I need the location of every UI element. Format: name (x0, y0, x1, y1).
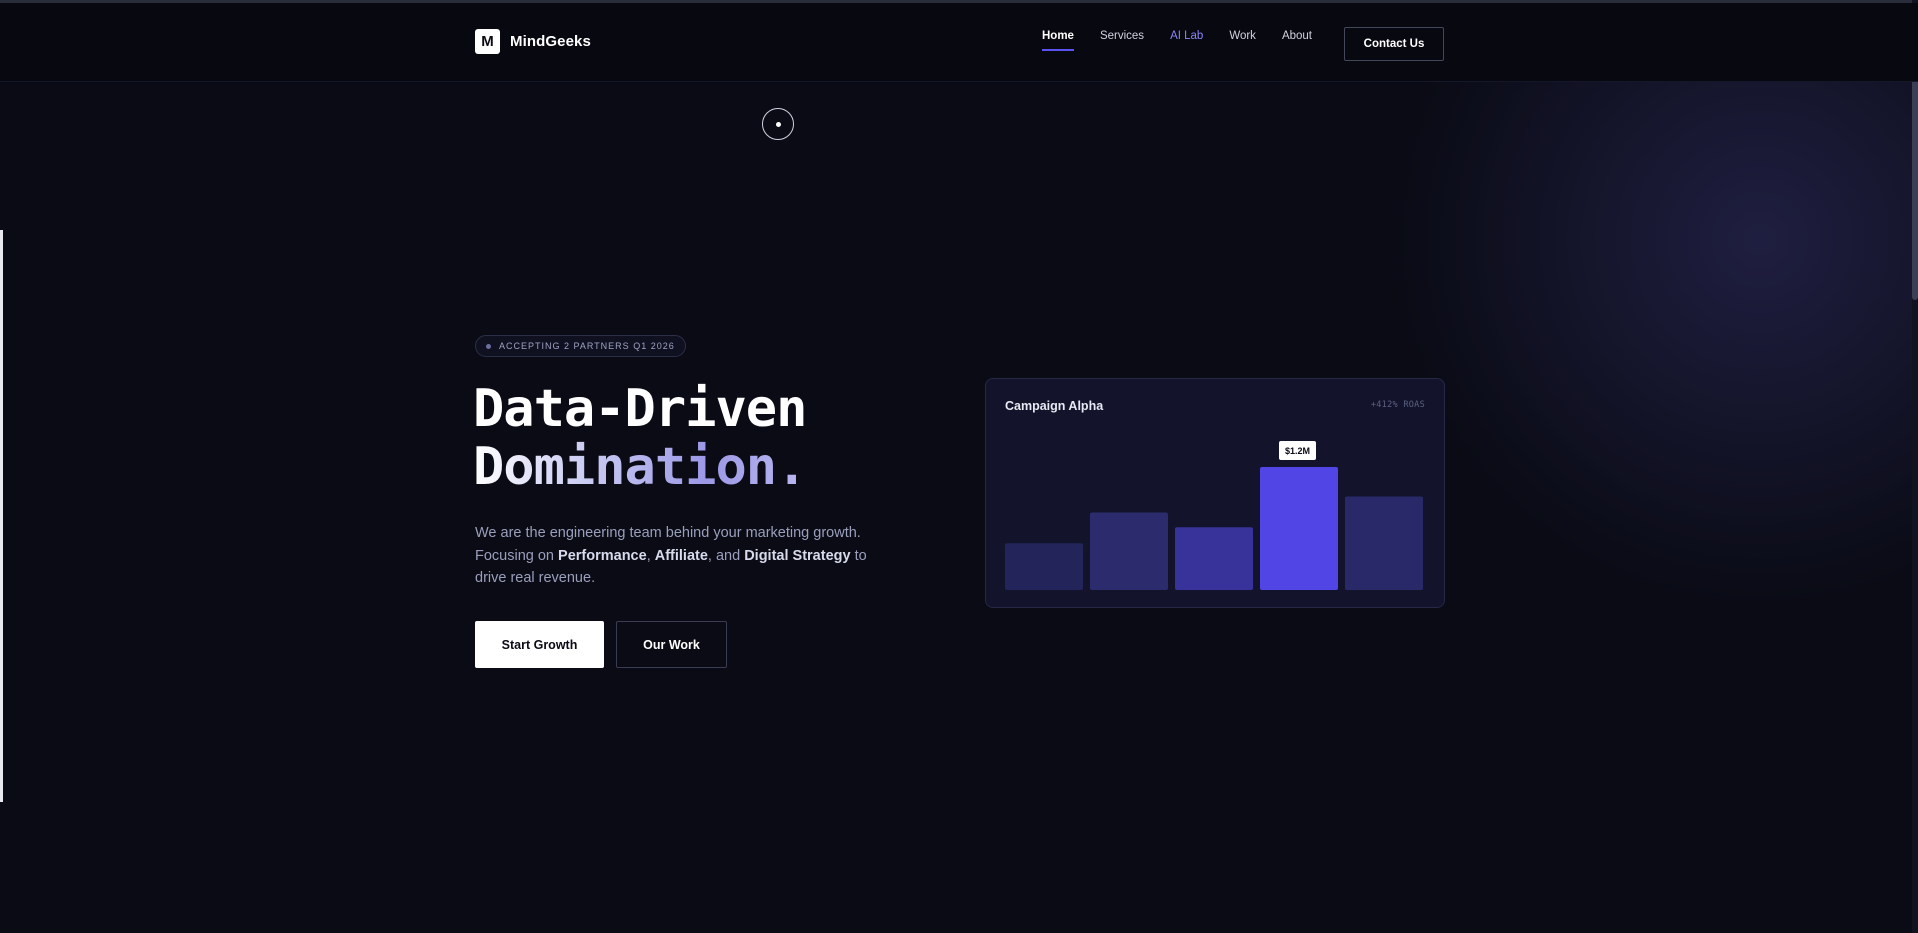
main-nav: Home Services AI Lab Work About (1042, 28, 1338, 52)
chart-bar-4 (1260, 467, 1338, 590)
chart-bar-1 (1005, 543, 1083, 590)
brand-name: MindGeeks (510, 33, 591, 50)
start-growth-button[interactable]: Start Growth (475, 621, 604, 668)
contact-us-button[interactable]: Contact Us (1344, 27, 1444, 61)
subtext-separator-1: , (646, 547, 655, 564)
status-dot-icon (486, 343, 491, 349)
bar-value-label: $1.2M (1279, 441, 1317, 460)
nav-item-home[interactable]: Home (1042, 28, 1074, 52)
campaign-bar-chart (1005, 467, 1423, 590)
campaign-card: Campaign Alpha +412% ROAS $1.2M (985, 378, 1445, 608)
chart-bar-3 (1175, 527, 1253, 590)
subtext-affiliate: Affiliate (654, 547, 708, 564)
subtext-digital-strategy: Digital Strategy (744, 547, 851, 564)
badge-text: ACCEPTING 2 PARTNERS Q1 2026 (499, 341, 675, 351)
scrollbar-thumb[interactable] (1912, 70, 1918, 300)
nav-item-about[interactable]: About (1282, 28, 1312, 52)
brand[interactable]: M MindGeeks (475, 29, 591, 54)
hero-subtext: We are the engineering team behind your … (475, 522, 895, 590)
chart-bar-2 (1090, 512, 1168, 590)
availability-badge: ACCEPTING 2 PARTNERS Q1 2026 (475, 335, 686, 357)
background-glow (0, 80, 1918, 933)
subtext-separator-2: , and (707, 547, 745, 564)
cursor-dot-icon (776, 122, 781, 127)
headline-line-2: Domination. (473, 437, 807, 497)
chart-bar-5 (1345, 496, 1423, 590)
nav-item-services[interactable]: Services (1100, 28, 1144, 52)
headline-line-1: Data-Driven (473, 379, 807, 439)
subtext-performance: Performance (558, 547, 647, 564)
custom-cursor-icon (762, 108, 794, 140)
our-work-button[interactable]: Our Work (616, 621, 727, 668)
scrollbar-track[interactable] (1912, 0, 1918, 933)
hero-headline: Data-Driven Domination. (473, 379, 807, 497)
site-header: M MindGeeks Home Services AI Lab Work Ab… (0, 3, 1918, 82)
left-edge-highlight (0, 230, 3, 802)
nav-item-work[interactable]: Work (1229, 28, 1256, 52)
nav-item-ai-lab[interactable]: AI Lab (1170, 28, 1203, 52)
brand-logo-icon: M (475, 29, 500, 54)
